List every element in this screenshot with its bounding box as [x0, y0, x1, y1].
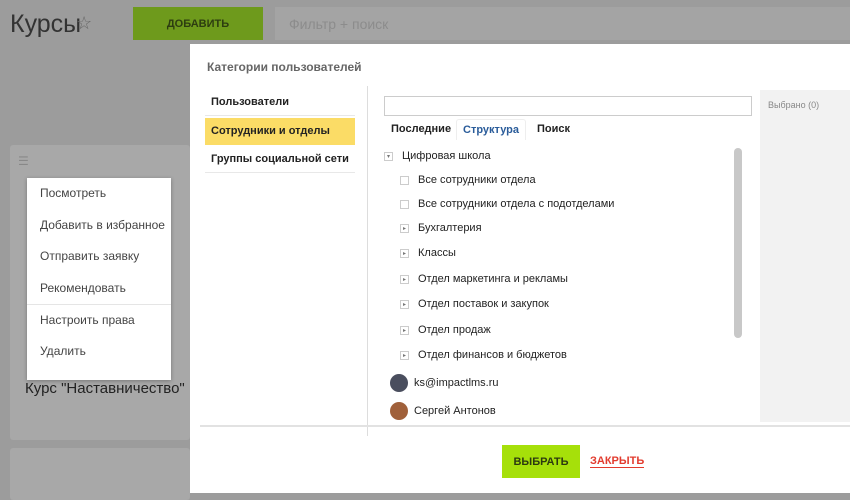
- department[interactable]: Отдел финансов и бюджетов: [418, 349, 567, 361]
- menu-item-view[interactable]: Посмотреть: [27, 178, 171, 210]
- divider: [367, 86, 368, 436]
- checkbox[interactable]: [400, 175, 409, 185]
- close-button[interactable]: ЗАКРЫТЬ: [590, 455, 645, 468]
- avatar: [390, 402, 408, 420]
- user-categories-dialog: Категории пользователей Пользователи Сот…: [190, 44, 850, 493]
- expand-icon[interactable]: ▸: [400, 223, 409, 233]
- star-icon[interactable]: ☆: [76, 13, 92, 34]
- search-input[interactable]: [384, 96, 752, 116]
- menu-item-permissions[interactable]: Настроить права: [27, 304, 171, 336]
- department[interactable]: Отдел поставок и закупок: [418, 298, 549, 310]
- selected-count: Выбрано (0): [768, 100, 820, 110]
- tab-structure[interactable]: Структура: [456, 119, 526, 140]
- checkbox[interactable]: [400, 199, 409, 209]
- department[interactable]: Классы: [418, 247, 456, 259]
- scrollbar[interactable]: [734, 148, 742, 338]
- check-label[interactable]: Все сотрудники отдела с подотделами: [418, 198, 614, 210]
- context-menu: Посмотреть Добавить в избранное Отправит…: [27, 178, 171, 380]
- tree-root[interactable]: Цифровая школа: [402, 150, 491, 162]
- expand-icon[interactable]: ▸: [400, 350, 409, 360]
- menu-item-request[interactable]: Отправить заявку: [27, 241, 171, 273]
- collapse-icon[interactable]: ▾: [384, 151, 393, 161]
- menu-item-recommend[interactable]: Рекомендовать: [27, 273, 171, 305]
- avatar: [390, 374, 408, 392]
- category-users[interactable]: Пользователи: [205, 89, 355, 116]
- user-item[interactable]: Сергей Антонов: [414, 405, 496, 417]
- menu-item-delete[interactable]: Удалить: [27, 336, 171, 368]
- selected-panel: Выбрано (0): [760, 90, 850, 422]
- select-button[interactable]: ВЫБРАТЬ: [502, 445, 580, 478]
- department[interactable]: Бухгалтерия: [418, 222, 482, 234]
- department[interactable]: Отдел продаж: [418, 324, 491, 336]
- tab-search[interactable]: Поиск: [531, 119, 576, 139]
- filter-input[interactable]: Фильтр + поиск: [275, 7, 850, 40]
- page-title: Курсы: [10, 10, 82, 38]
- dialog-title: Категории пользователей: [207, 60, 362, 74]
- menu-item-favorite[interactable]: Добавить в избранное: [27, 210, 171, 242]
- tab-recent[interactable]: Последние: [385, 119, 457, 139]
- menu-icon[interactable]: ☰: [18, 154, 29, 168]
- check-label[interactable]: Все сотрудники отдела: [418, 174, 536, 186]
- expand-icon[interactable]: ▸: [400, 248, 409, 258]
- user-item[interactable]: ks@impactlms.ru: [414, 377, 499, 389]
- structure-tree: ▾ Цифровая школа Все сотрудники отдела Вс…: [384, 144, 744, 424]
- expand-icon[interactable]: ▸: [400, 325, 409, 335]
- department[interactable]: Отдел маркетинга и рекламы: [418, 273, 568, 285]
- divider: [200, 425, 850, 427]
- expand-icon[interactable]: ▸: [400, 299, 409, 309]
- category-social-groups[interactable]: Группы социальной сети: [205, 146, 355, 173]
- category-employees-departments[interactable]: Сотрудники и отделы: [205, 118, 355, 145]
- add-button[interactable]: ДОБАВИТЬ: [133, 7, 263, 40]
- expand-icon[interactable]: ▸: [400, 274, 409, 284]
- course-title[interactable]: Курс "Наставничество": [25, 380, 185, 397]
- course-card[interactable]: [10, 448, 190, 500]
